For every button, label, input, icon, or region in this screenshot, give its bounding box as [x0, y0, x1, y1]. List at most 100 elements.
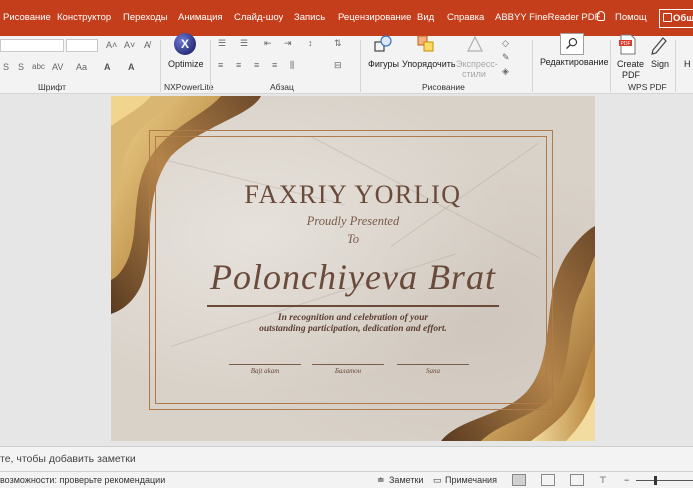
taskbar-edge: [0, 488, 693, 495]
current-slide[interactable]: FAXRIY YORLIQ Proudly Presented To Polon…: [111, 96, 595, 441]
align-text-icon[interactable]: ⊟: [334, 60, 342, 71]
create-pdf-button-line2: PDF: [622, 70, 640, 80]
ribbon-tab-bar: Рисование Конструктор Переходы Анимация …: [0, 0, 693, 36]
highlight-color-icon[interactable]: A: [104, 62, 111, 72]
tab-transitions[interactable]: Переходы: [123, 12, 168, 24]
font-family-box[interactable]: [0, 39, 64, 52]
sign-button[interactable]: Sign: [651, 59, 669, 70]
quick-styles-button-line2: стили: [462, 69, 486, 79]
recipient-name[interactable]: Polonchiyeva Brat: [111, 256, 595, 298]
notes-pane[interactable]: те, чтобы добавить заметки: [0, 446, 693, 471]
tab-abbyy[interactable]: ABBYY FineReader PDF: [495, 12, 600, 24]
signature-line: [229, 364, 301, 365]
align-right-icon[interactable]: ≡: [254, 60, 259, 70]
clear-format-icon[interactable]: A̸: [144, 40, 150, 50]
shapes-button[interactable]: Фигуры: [368, 59, 399, 70]
zoom-out-icon[interactable]: −: [624, 475, 629, 485]
arrange-button[interactable]: Упорядочить: [402, 59, 456, 70]
text-direction-icon[interactable]: ⇅: [334, 38, 342, 49]
quick-styles-icon[interactable]: [465, 34, 485, 54]
align-left-icon[interactable]: ≡: [218, 60, 223, 70]
group-divider: [675, 40, 676, 92]
drawing-group-label: Рисование: [422, 82, 465, 92]
notes-placeholder[interactable]: те, чтобы добавить заметки: [0, 453, 136, 465]
tab-tell-me[interactable]: Помощ: [615, 12, 647, 24]
shadow-icon[interactable]: S: [18, 62, 24, 72]
tab-design[interactable]: Конструктор: [57, 12, 111, 24]
status-bar: возможности: проверьте рекомендации ≐ За…: [0, 471, 693, 488]
proudly-presented-text[interactable]: Proudly Presented: [111, 214, 595, 229]
tab-slideshow[interactable]: Слайд-шоу: [234, 12, 283, 24]
group-divider: [532, 40, 533, 92]
font-size-box[interactable]: [66, 39, 98, 52]
font-group-label: Шрифт: [38, 82, 66, 92]
shape-outline-icon[interactable]: ✎: [502, 52, 510, 63]
bullets-icon[interactable]: ☰: [218, 38, 226, 49]
change-case-icon[interactable]: Aa: [76, 62, 87, 72]
recognition-text-line1[interactable]: In recognition and celebration of your: [111, 313, 595, 323]
name-underline: [207, 305, 499, 307]
grow-font-icon[interactable]: A˄: [106, 40, 117, 50]
spacing-dropdown-icon[interactable]: AV: [52, 62, 63, 72]
paragraph-group-label: Абзац: [270, 82, 294, 92]
tab-draw[interactable]: Рисование: [3, 12, 51, 24]
tab-review[interactable]: Рецензирование: [338, 12, 411, 24]
tab-animations[interactable]: Анимация: [178, 12, 223, 24]
share-button[interactable]: Общ: [659, 9, 693, 28]
lightbulb-icon[interactable]: [597, 11, 605, 21]
slideshow-icon[interactable]: ⊤: [599, 475, 607, 486]
align-center-icon[interactable]: ≡: [236, 60, 241, 70]
normal-view-icon[interactable]: [512, 474, 526, 486]
editing-button[interactable]: Редактирование: [540, 57, 609, 68]
group-divider: [210, 40, 211, 92]
decrease-indent-icon[interactable]: ⇤: [264, 38, 272, 49]
shape-effects-icon[interactable]: ◈: [502, 66, 509, 77]
svg-text:PDF: PDF: [621, 41, 631, 47]
shrink-font-icon[interactable]: A˅: [124, 40, 135, 50]
signature-label[interactable]: Балатон: [312, 367, 384, 375]
char-spacing-icon[interactable]: abc: [32, 62, 45, 71]
comments-icon[interactable]: ▭: [433, 475, 442, 486]
arrange-icon[interactable]: [416, 34, 436, 54]
notes-toggle-icon[interactable]: ≐: [377, 475, 385, 486]
shapes-icon[interactable]: [373, 34, 393, 54]
certificate-title[interactable]: FAXRIY YORLIQ: [111, 180, 595, 210]
group-divider: [360, 40, 361, 92]
comments-button[interactable]: Примечания: [445, 475, 497, 485]
recognition-text-line2[interactable]: outstanding participation, dedication an…: [111, 324, 595, 334]
to-text[interactable]: To: [111, 232, 595, 247]
create-pdf-button-line1[interactable]: Create: [617, 59, 644, 70]
optimize-button[interactable]: Optimize: [168, 59, 204, 70]
numbering-icon[interactable]: ☰: [240, 38, 248, 49]
signature-line: [312, 364, 384, 365]
overflow-button[interactable]: Н: [684, 59, 691, 70]
reading-view-icon[interactable]: [570, 474, 584, 486]
justify-icon[interactable]: ≡: [272, 60, 277, 70]
font-color-icon[interactable]: A: [128, 62, 135, 72]
columns-icon[interactable]: ⫼: [290, 60, 294, 71]
slide-sorter-icon[interactable]: [541, 474, 555, 486]
increase-indent-icon[interactable]: ⇥: [284, 38, 292, 49]
group-divider: [160, 40, 161, 92]
share-icon: [663, 13, 672, 22]
optimize-icon[interactable]: X: [174, 33, 196, 55]
signature-line: [397, 364, 469, 365]
sign-icon[interactable]: [649, 34, 669, 55]
notes-toggle-button[interactable]: Заметки: [389, 475, 423, 485]
zoom-slider[interactable]: [636, 480, 693, 481]
tab-help[interactable]: Справка: [447, 12, 484, 24]
tab-record[interactable]: Запись: [294, 12, 325, 24]
ribbon-panel: A˄ A˅ A̸ S S abc AV Aa A A Шрифт X Optim…: [0, 33, 693, 94]
signature-label[interactable]: Bajt akam: [229, 367, 301, 375]
powerpoint-window: Рисование Конструктор Переходы Анимация …: [0, 0, 693, 495]
zoom-slider-thumb[interactable]: [654, 476, 657, 485]
find-icon[interactable]: [560, 33, 584, 55]
line-spacing-icon[interactable]: ↕: [308, 38, 313, 48]
shape-fill-icon[interactable]: ◇: [502, 38, 509, 49]
wps-pdf-group-label: WPS PDF: [628, 82, 667, 92]
tab-view[interactable]: Вид: [417, 12, 434, 24]
strikethrough-icon[interactable]: S: [3, 62, 9, 72]
accessibility-status[interactable]: возможности: проверьте рекомендации: [0, 475, 165, 485]
create-pdf-icon[interactable]: PDF: [619, 34, 637, 55]
signature-label[interactable]: Sana: [397, 367, 469, 375]
